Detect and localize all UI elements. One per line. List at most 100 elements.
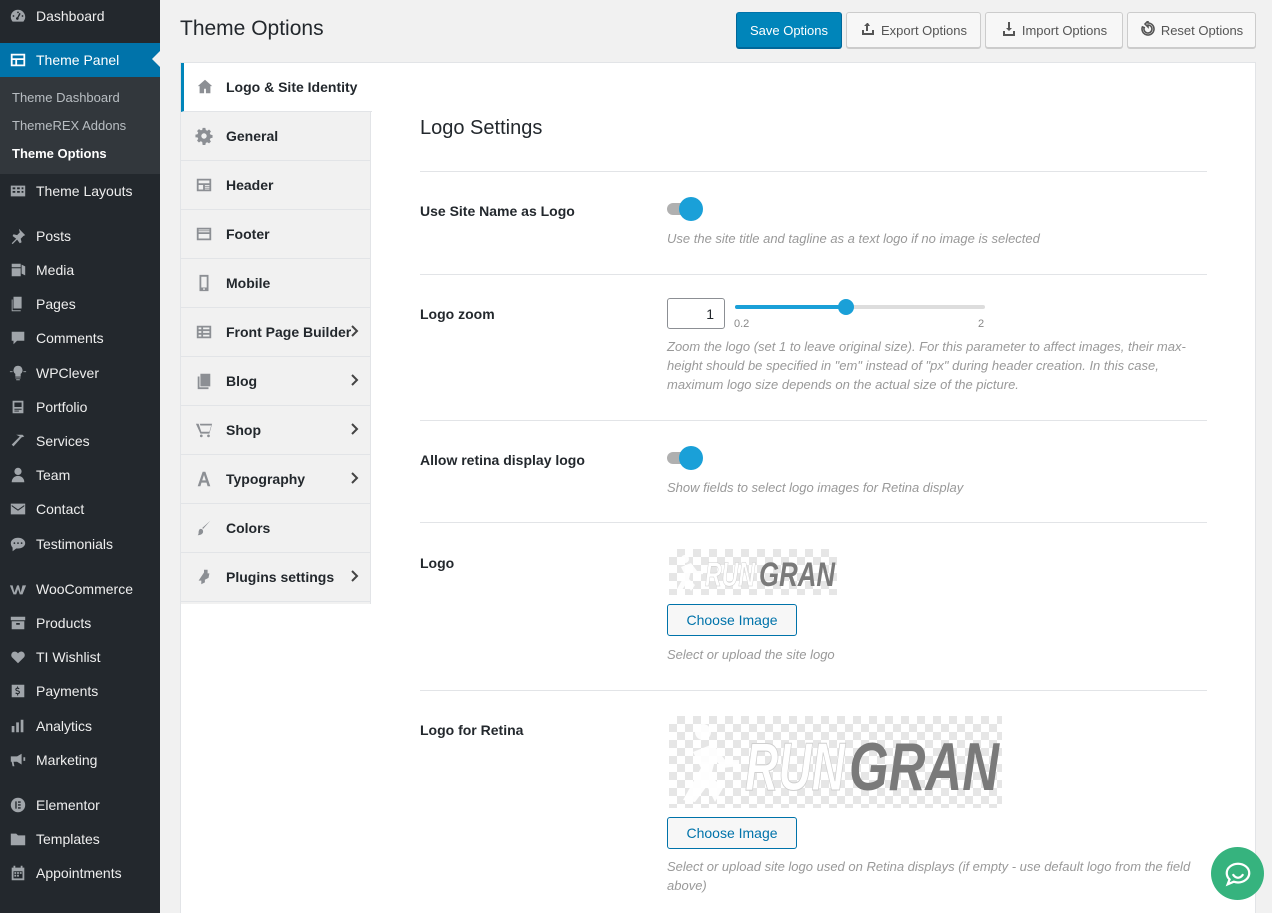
dashboard-icon (0, 7, 36, 25)
tab-shop[interactable]: Shop (181, 406, 371, 455)
svg-text:RUN: RUN (745, 729, 846, 805)
admin-menu-analytics[interactable]: Analytics (0, 709, 160, 743)
tab-label: Header (226, 177, 274, 193)
admin-menu-theme-layouts[interactable]: Theme Layouts (0, 174, 160, 208)
slider-handle[interactable] (838, 299, 855, 315)
heart-icon (0, 648, 36, 666)
admin-menu-label: Payments (36, 683, 99, 699)
tab-general[interactable]: General (181, 112, 371, 161)
archive-icon (0, 614, 36, 632)
tab-blog[interactable]: Blog (181, 357, 371, 406)
tab-label: Typography (226, 471, 306, 487)
save-options-button[interactable]: Save Options (736, 12, 842, 48)
page-title: Theme Options (180, 17, 324, 40)
admin-menu-contact[interactable]: Contact (0, 492, 160, 526)
svg-text:RUN: RUN (705, 556, 756, 594)
elementor-icon (0, 796, 36, 814)
submenu-themerex-addons[interactable]: ThemeREX Addons (12, 118, 126, 133)
admin-menu-theme-panel[interactable]: Theme Panel (0, 43, 160, 77)
typography-icon (181, 470, 226, 488)
retina-toggle[interactable] (667, 446, 703, 470)
logo-retina-description: Select or upload site logo used on Retin… (667, 859, 1191, 893)
divider (420, 522, 1207, 523)
export-icon (860, 21, 876, 40)
use-site-name-label: Use Site Name as Logo (420, 203, 575, 219)
tab-logo-site-identity[interactable]: Logo & Site Identity (181, 63, 372, 112)
admin-menu-label: Theme Panel (36, 52, 120, 68)
logo-retina-preview: RUN GRAN (669, 716, 1002, 808)
admin-menu-templates[interactable]: Templates (0, 822, 160, 856)
divider (420, 420, 1207, 421)
admin-menu-portfolio[interactable]: Portfolio (0, 390, 160, 424)
tab-mobile[interactable]: Mobile (181, 259, 371, 308)
tab-label: Blog (226, 373, 258, 389)
lightbulb-icon (0, 364, 36, 382)
admin-menu-payments[interactable]: Payments (0, 674, 160, 708)
theme-panel-submenu: Theme Dashboard ThemeREX Addons Theme Op… (0, 77, 160, 174)
admin-menu-comments[interactable]: Comments (0, 321, 160, 355)
import-options-label: Import Options (1021, 22, 1108, 38)
options-tabs-column: Logo & Site Identity General Header Footer M… (181, 63, 372, 913)
tab-label: Shop (226, 422, 261, 438)
submenu-theme-options[interactable]: Theme Options (12, 146, 107, 161)
admin-menu-services[interactable]: Services (0, 424, 160, 458)
use-site-name-description: Use the site title and tagline as a text… (667, 231, 1040, 246)
portfolio-icon (0, 398, 36, 416)
retina-label: Allow retina display logo (420, 452, 585, 468)
admin-menu-label: Media (36, 262, 75, 278)
theme-panel-icon (0, 51, 36, 69)
admin-menu-testimonials[interactable]: Testimonials (0, 527, 160, 561)
chat-button[interactable] (1211, 847, 1264, 900)
chat-bubble-icon (1225, 862, 1250, 886)
admin-menu-woocommerce[interactable]: WooCommerce (0, 572, 160, 606)
logo-zoom-slider[interactable] (735, 298, 985, 318)
logo-zoom-input[interactable] (667, 298, 725, 329)
import-icon (1001, 21, 1017, 40)
slider-max-label: 2 (978, 318, 985, 330)
choose-retina-logo-button[interactable]: Choose Image (667, 817, 797, 849)
home-icon (184, 78, 226, 96)
tab-label: Footer (226, 226, 270, 242)
gear-icon (181, 127, 226, 145)
section-title: Logo Settings (420, 117, 543, 139)
admin-menu-elementor[interactable]: Elementor (0, 788, 160, 822)
comments-icon (0, 329, 36, 347)
logo-retina-label: Logo for Retina (420, 722, 524, 738)
logo-retina-image: RUN GRAN (683, 724, 1000, 806)
tab-plugins-settings[interactable]: Plugins settings (181, 553, 371, 602)
tab-footer[interactable]: Footer (181, 210, 371, 259)
slider-min-label: 0.2 (734, 318, 750, 330)
admin-menu-ti-wishlist[interactable]: TI Wishlist (0, 640, 160, 674)
admin-menu-dashboard[interactable]: Dashboard (0, 0, 160, 33)
tab-typography[interactable]: Typography (181, 455, 371, 504)
user-icon (0, 466, 36, 484)
use-site-name-toggle[interactable] (667, 197, 703, 221)
admin-menu-wpclever[interactable]: WPClever (0, 356, 160, 390)
admin-menu-team[interactable]: Team (0, 458, 160, 492)
mobile-icon (181, 274, 226, 292)
tab-front-page-builder[interactable]: Front Page Builder (181, 308, 371, 357)
admin-menu-media[interactable]: Media (0, 253, 160, 287)
cart-icon (181, 421, 226, 439)
tab-colors[interactable]: Colors (181, 504, 371, 553)
submenu-theme-dashboard[interactable]: Theme Dashboard (12, 90, 120, 105)
logo-zoom-label: Logo zoom (420, 306, 495, 322)
choose-logo-button[interactable]: Choose Image (667, 604, 797, 636)
media-icon (0, 261, 36, 279)
pages-icon (0, 295, 36, 313)
divider (420, 274, 1207, 275)
admin-menu-pages[interactable]: Pages (0, 287, 160, 321)
options-tabs: Logo & Site Identity General Header Footer M… (181, 63, 372, 604)
export-options-button[interactable]: Export Options (846, 12, 981, 48)
admin-menu-posts[interactable]: Posts (0, 219, 160, 253)
admin-menu-label: Contact (36, 501, 85, 517)
admin-menu-products[interactable]: Products (0, 606, 160, 640)
import-options-button[interactable]: Import Options (985, 12, 1123, 48)
pin-icon (0, 227, 36, 245)
admin-menu-label: Analytics (36, 718, 93, 734)
admin-menu-marketing[interactable]: Marketing (0, 743, 160, 777)
reset-options-button[interactable]: Reset Options (1127, 12, 1256, 48)
admin-menu-appointments[interactable]: Appointments (0, 856, 160, 890)
admin-menu-label: Templates (36, 831, 100, 847)
tab-header[interactable]: Header (181, 161, 371, 210)
